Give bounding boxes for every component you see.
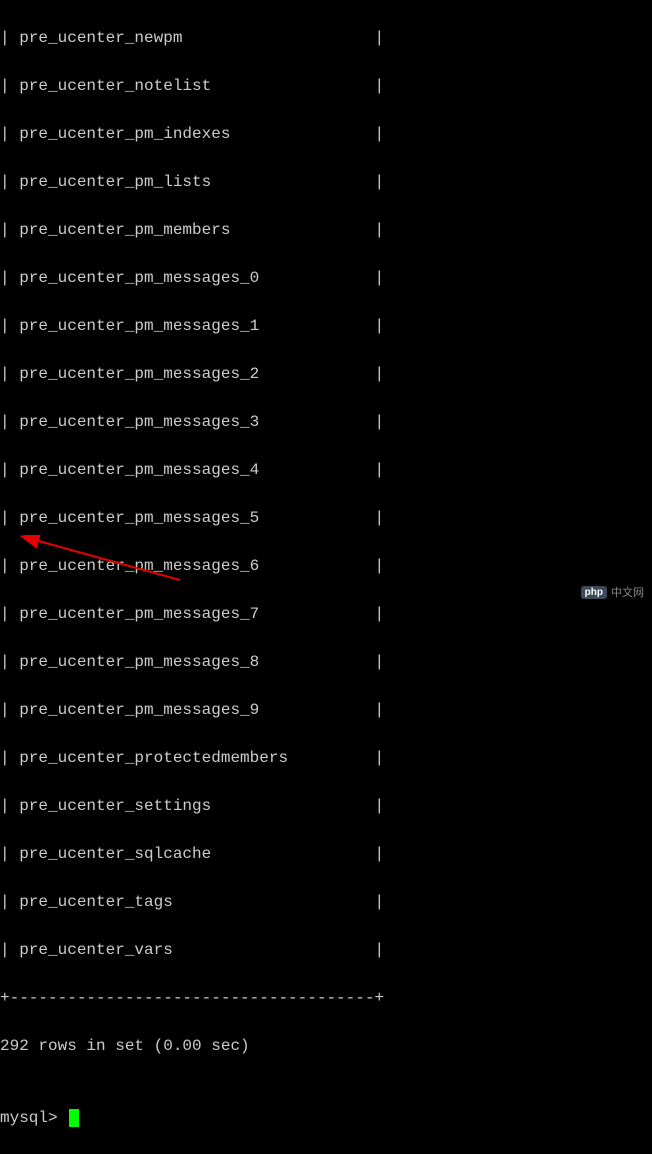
table-row: | pre_ucenter_notelist |: [0, 74, 652, 98]
table-row: | pre_ucenter_pm_messages_1 |: [0, 314, 652, 338]
table-row: | pre_ucenter_pm_lists |: [0, 170, 652, 194]
table-row: | pre_ucenter_pm_indexes |: [0, 122, 652, 146]
table-border: +--------------------------------------+: [0, 986, 652, 1010]
prompt-line[interactable]: mysql>: [0, 1106, 652, 1130]
table-row: | pre_ucenter_tags |: [0, 890, 652, 914]
table-row: | pre_ucenter_pm_messages_9 |: [0, 698, 652, 722]
watermark: php 中文网: [581, 584, 644, 600]
terminal-output: | pre_ucenter_newpm | | pre_ucenter_note…: [0, 2, 652, 1154]
table-row: | pre_ucenter_protectedmembers |: [0, 746, 652, 770]
table-row: | pre_ucenter_pm_members |: [0, 218, 652, 242]
watermark-logo: php: [581, 586, 607, 599]
table-row: | pre_ucenter_pm_messages_0 |: [0, 266, 652, 290]
watermark-text: 中文网: [611, 584, 644, 600]
table-row: | pre_ucenter_pm_messages_6 |: [0, 554, 652, 578]
table-row: | pre_ucenter_newpm |: [0, 26, 652, 50]
table-row: | pre_ucenter_vars |: [0, 938, 652, 962]
table-row: | pre_ucenter_sqlcache |: [0, 842, 652, 866]
mysql-prompt: mysql>: [0, 1106, 67, 1130]
status-line: 292 rows in set (0.00 sec): [0, 1034, 652, 1058]
table-row: | pre_ucenter_pm_messages_3 |: [0, 410, 652, 434]
table-row: | pre_ucenter_pm_messages_8 |: [0, 650, 652, 674]
table-row: | pre_ucenter_pm_messages_4 |: [0, 458, 652, 482]
table-row: | pre_ucenter_pm_messages_5 |: [0, 506, 652, 530]
table-row: | pre_ucenter_pm_messages_2 |: [0, 362, 652, 386]
table-row: | pre_ucenter_settings |: [0, 794, 652, 818]
cursor-icon: [69, 1109, 79, 1127]
